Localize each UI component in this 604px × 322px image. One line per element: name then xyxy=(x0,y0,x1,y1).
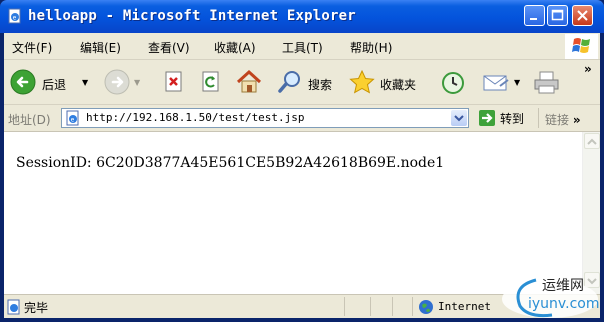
go-button[interactable]: 转到 xyxy=(476,108,536,128)
status-text: 完毕 xyxy=(24,301,49,315)
mail-icon xyxy=(483,75,509,91)
watermark-line2: iyunv.com xyxy=(528,296,600,312)
watermark-line1: 运维网 xyxy=(542,278,584,294)
favorites-button[interactable]: 收藏夹 xyxy=(348,65,430,99)
links-overflow-icon: » xyxy=(572,113,581,127)
forward-button[interactable]: ▼ xyxy=(102,65,144,99)
maximize-button[interactable] xyxy=(547,5,568,26)
go-arrow-icon xyxy=(479,110,495,126)
ie-page-icon: e xyxy=(8,8,21,24)
minimize-button[interactable] xyxy=(524,5,545,26)
refresh-button[interactable] xyxy=(198,65,224,99)
mail-dropdown-icon[interactable]: ▼ xyxy=(514,78,520,87)
toolbar-overflow-icon[interactable]: » xyxy=(584,62,592,76)
title-bar[interactable]: e helloapp - Microsoft Internet Explorer xyxy=(0,0,604,33)
window-title: helloapp - Microsoft Internet Explorer xyxy=(28,8,356,24)
mail-button[interactable]: ▼ xyxy=(482,65,528,99)
status-separator xyxy=(344,297,345,316)
refresh-icon xyxy=(202,71,219,92)
menu-help[interactable]: 帮助(H) xyxy=(350,39,392,56)
stop-button[interactable] xyxy=(161,65,187,99)
menu-tools[interactable]: 工具(T) xyxy=(282,39,323,56)
address-url: http://192.168.1.50/test/test.jsp xyxy=(86,111,305,124)
printer-icon xyxy=(534,71,559,94)
go-label: 转到 xyxy=(500,112,525,126)
menu-favorites[interactable]: 收藏(A) xyxy=(214,39,256,56)
forward-dropdown-icon[interactable]: ▼ xyxy=(134,78,140,87)
print-button[interactable] xyxy=(532,65,562,99)
status-separator xyxy=(392,297,393,316)
menu-view[interactable]: 查看(V) xyxy=(148,39,190,56)
favorites-star-icon xyxy=(349,69,375,94)
svg-text:e: e xyxy=(13,15,17,22)
history-button[interactable] xyxy=(438,65,468,99)
windows-logo xyxy=(565,34,598,59)
links-separator xyxy=(538,108,539,128)
vertical-scrollbar[interactable] xyxy=(582,132,600,294)
back-arrow-icon xyxy=(10,69,36,95)
home-button[interactable] xyxy=(234,65,264,99)
status-separator xyxy=(370,297,371,316)
toolbar: 后退 ▼ ▼ 搜索 收藏夹 ▼ » xyxy=(4,60,600,105)
maximize-icon xyxy=(551,9,564,21)
close-icon xyxy=(577,10,588,21)
forward-arrow-icon xyxy=(104,69,130,95)
menu-file[interactable]: 文件(F) xyxy=(12,39,52,56)
chevron-down-icon xyxy=(454,115,464,122)
links-button[interactable]: 链接 » xyxy=(545,111,581,128)
address-bar: 地址(D) e http://192.168.1.50/test/test.js… xyxy=(4,105,600,132)
back-button[interactable]: 后退 ▼ xyxy=(10,65,92,99)
address-input[interactable]: e http://192.168.1.50/test/test.jsp xyxy=(61,108,469,128)
page-icon: e xyxy=(66,110,79,126)
internet-globe-icon xyxy=(419,300,433,314)
back-label: 后退 xyxy=(42,78,67,92)
menu-bar: 文件(F) 编辑(E) 查看(V) 收藏(A) 工具(T) 帮助(H) xyxy=(4,33,600,60)
stop-icon xyxy=(165,71,182,92)
site-watermark: 运维网 iyunv.com xyxy=(498,272,602,320)
chevron-up-icon xyxy=(587,138,597,145)
home-icon xyxy=(236,69,262,93)
page-content: SessionID: 6C20D3877A45E561CE5B92A42618B… xyxy=(4,132,582,294)
session-id-text: SessionID: 6C20D3877A45E561CE5B92A42618B… xyxy=(16,155,445,171)
svg-text:e: e xyxy=(71,117,75,124)
address-dropdown-button[interactable] xyxy=(451,110,467,126)
scroll-up-button[interactable] xyxy=(584,133,600,149)
menu-edit[interactable]: 编辑(E) xyxy=(80,39,121,56)
favorites-label: 收藏夹 xyxy=(380,78,417,92)
windows-flag-icon xyxy=(572,38,590,53)
minimize-icon xyxy=(530,18,537,20)
address-label: 地址(D) xyxy=(8,113,51,127)
search-icon xyxy=(278,71,300,93)
back-dropdown-icon[interactable]: ▼ xyxy=(82,78,88,87)
page-done-icon xyxy=(7,299,20,315)
search-label: 搜索 xyxy=(308,78,333,92)
search-button[interactable]: 搜索 xyxy=(276,65,342,99)
security-zone-text: Internet xyxy=(438,300,491,313)
status-separator xyxy=(412,297,413,316)
history-icon xyxy=(442,72,464,94)
close-button[interactable] xyxy=(572,5,593,26)
browser-window: e helloapp - Microsoft Internet Explorer… xyxy=(0,0,604,322)
links-label: 链接 xyxy=(545,113,570,127)
